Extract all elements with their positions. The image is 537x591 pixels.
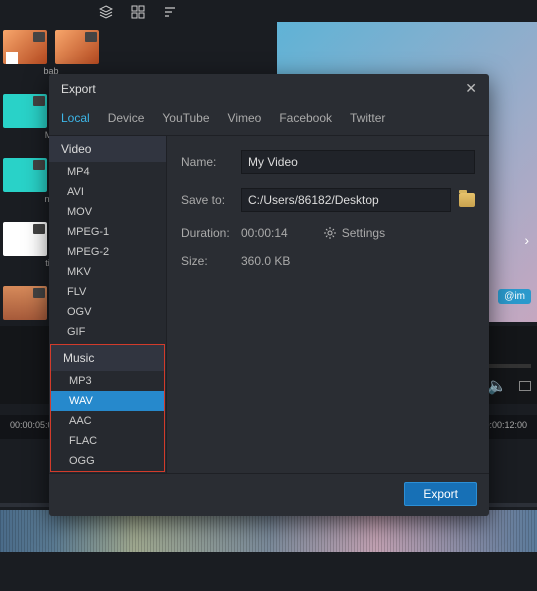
close-icon[interactable]: ✕ xyxy=(465,80,477,97)
browse-folder-icon[interactable] xyxy=(459,193,475,207)
export-dialog: Export ✕ Local Device YouTube Vimeo Face… xyxy=(49,74,489,516)
media-thumb[interactable] xyxy=(3,222,47,256)
format-sidebar: Video MP4 AVI MOV MPEG-1 MPEG-2 MKV FLV … xyxy=(49,136,167,473)
layers-icon[interactable] xyxy=(99,5,113,19)
tab-youtube[interactable]: YouTube xyxy=(162,111,209,125)
duration-value: 00:00:14 xyxy=(241,226,288,240)
gear-icon xyxy=(324,227,336,239)
size-value: 360.0 KB xyxy=(241,254,290,268)
filmstrip-icon xyxy=(85,32,97,42)
watermark-badge xyxy=(6,52,18,64)
settings-label: Settings xyxy=(342,226,385,240)
tab-facebook[interactable]: Facebook xyxy=(279,111,332,125)
media-thumb[interactable] xyxy=(3,158,47,192)
format-wav[interactable]: WAV xyxy=(51,391,164,411)
export-form: Name: Save to: Duration: 00:00:14 Settin… xyxy=(167,136,489,473)
tab-twitter[interactable]: Twitter xyxy=(350,111,385,125)
format-ogv[interactable]: OGV xyxy=(49,302,166,322)
music-group-highlight: Music MP3 WAV AAC FLAC OGG xyxy=(50,344,165,472)
format-mp4[interactable]: MP4 xyxy=(49,162,166,182)
tab-device[interactable]: Device xyxy=(108,111,145,125)
media-thumb[interactable] xyxy=(3,286,47,320)
format-ogg[interactable]: OGG xyxy=(51,451,164,471)
saveto-label: Save to: xyxy=(181,193,241,207)
format-flac[interactable]: FLAC xyxy=(51,431,164,451)
size-label: Size: xyxy=(181,254,241,268)
media-thumb[interactable] xyxy=(55,30,99,64)
settings-button[interactable]: Settings xyxy=(324,226,385,240)
volume-icon[interactable]: 🔈 xyxy=(487,376,507,396)
timeline-clip[interactable] xyxy=(0,510,537,552)
group-video-header[interactable]: Video xyxy=(49,136,166,162)
format-aac[interactable]: AAC xyxy=(51,411,164,431)
duration-label: Duration: xyxy=(181,226,241,240)
filmstrip-icon xyxy=(33,32,45,42)
format-gif[interactable]: GIF xyxy=(49,322,166,342)
sort-icon[interactable] xyxy=(163,5,177,19)
chevron-right-icon[interactable]: › xyxy=(524,232,529,248)
group-music-header[interactable]: Music xyxy=(51,345,164,371)
tab-local[interactable]: Local xyxy=(61,111,90,125)
media-thumb[interactable] xyxy=(3,94,47,128)
filmstrip-icon xyxy=(33,224,45,234)
format-mov[interactable]: MOV xyxy=(49,202,166,222)
media-thumb[interactable] xyxy=(3,30,47,64)
format-mkv[interactable]: MKV xyxy=(49,262,166,282)
format-mp3[interactable]: MP3 xyxy=(51,371,164,391)
snapshot-icon[interactable] xyxy=(519,381,531,391)
dialog-title: Export xyxy=(61,82,96,96)
tab-vimeo[interactable]: Vimeo xyxy=(228,111,262,125)
audio-icon xyxy=(33,160,45,170)
format-mpeg2[interactable]: MPEG-2 xyxy=(49,242,166,262)
format-mpeg1[interactable]: MPEG-1 xyxy=(49,222,166,242)
format-avi[interactable]: AVI xyxy=(49,182,166,202)
filmstrip-icon xyxy=(33,288,45,298)
name-input[interactable] xyxy=(241,150,475,174)
toolbar xyxy=(99,5,177,19)
export-tabs: Local Device YouTube Vimeo Facebook Twit… xyxy=(49,103,489,136)
saveto-input[interactable] xyxy=(241,188,451,212)
filmstrip-icon xyxy=(33,96,45,106)
export-button[interactable]: Export xyxy=(404,482,477,506)
format-flv[interactable]: FLV xyxy=(49,282,166,302)
grid-icon[interactable] xyxy=(131,5,145,19)
name-label: Name: xyxy=(181,155,241,169)
watermark-tag: @im xyxy=(498,289,531,304)
